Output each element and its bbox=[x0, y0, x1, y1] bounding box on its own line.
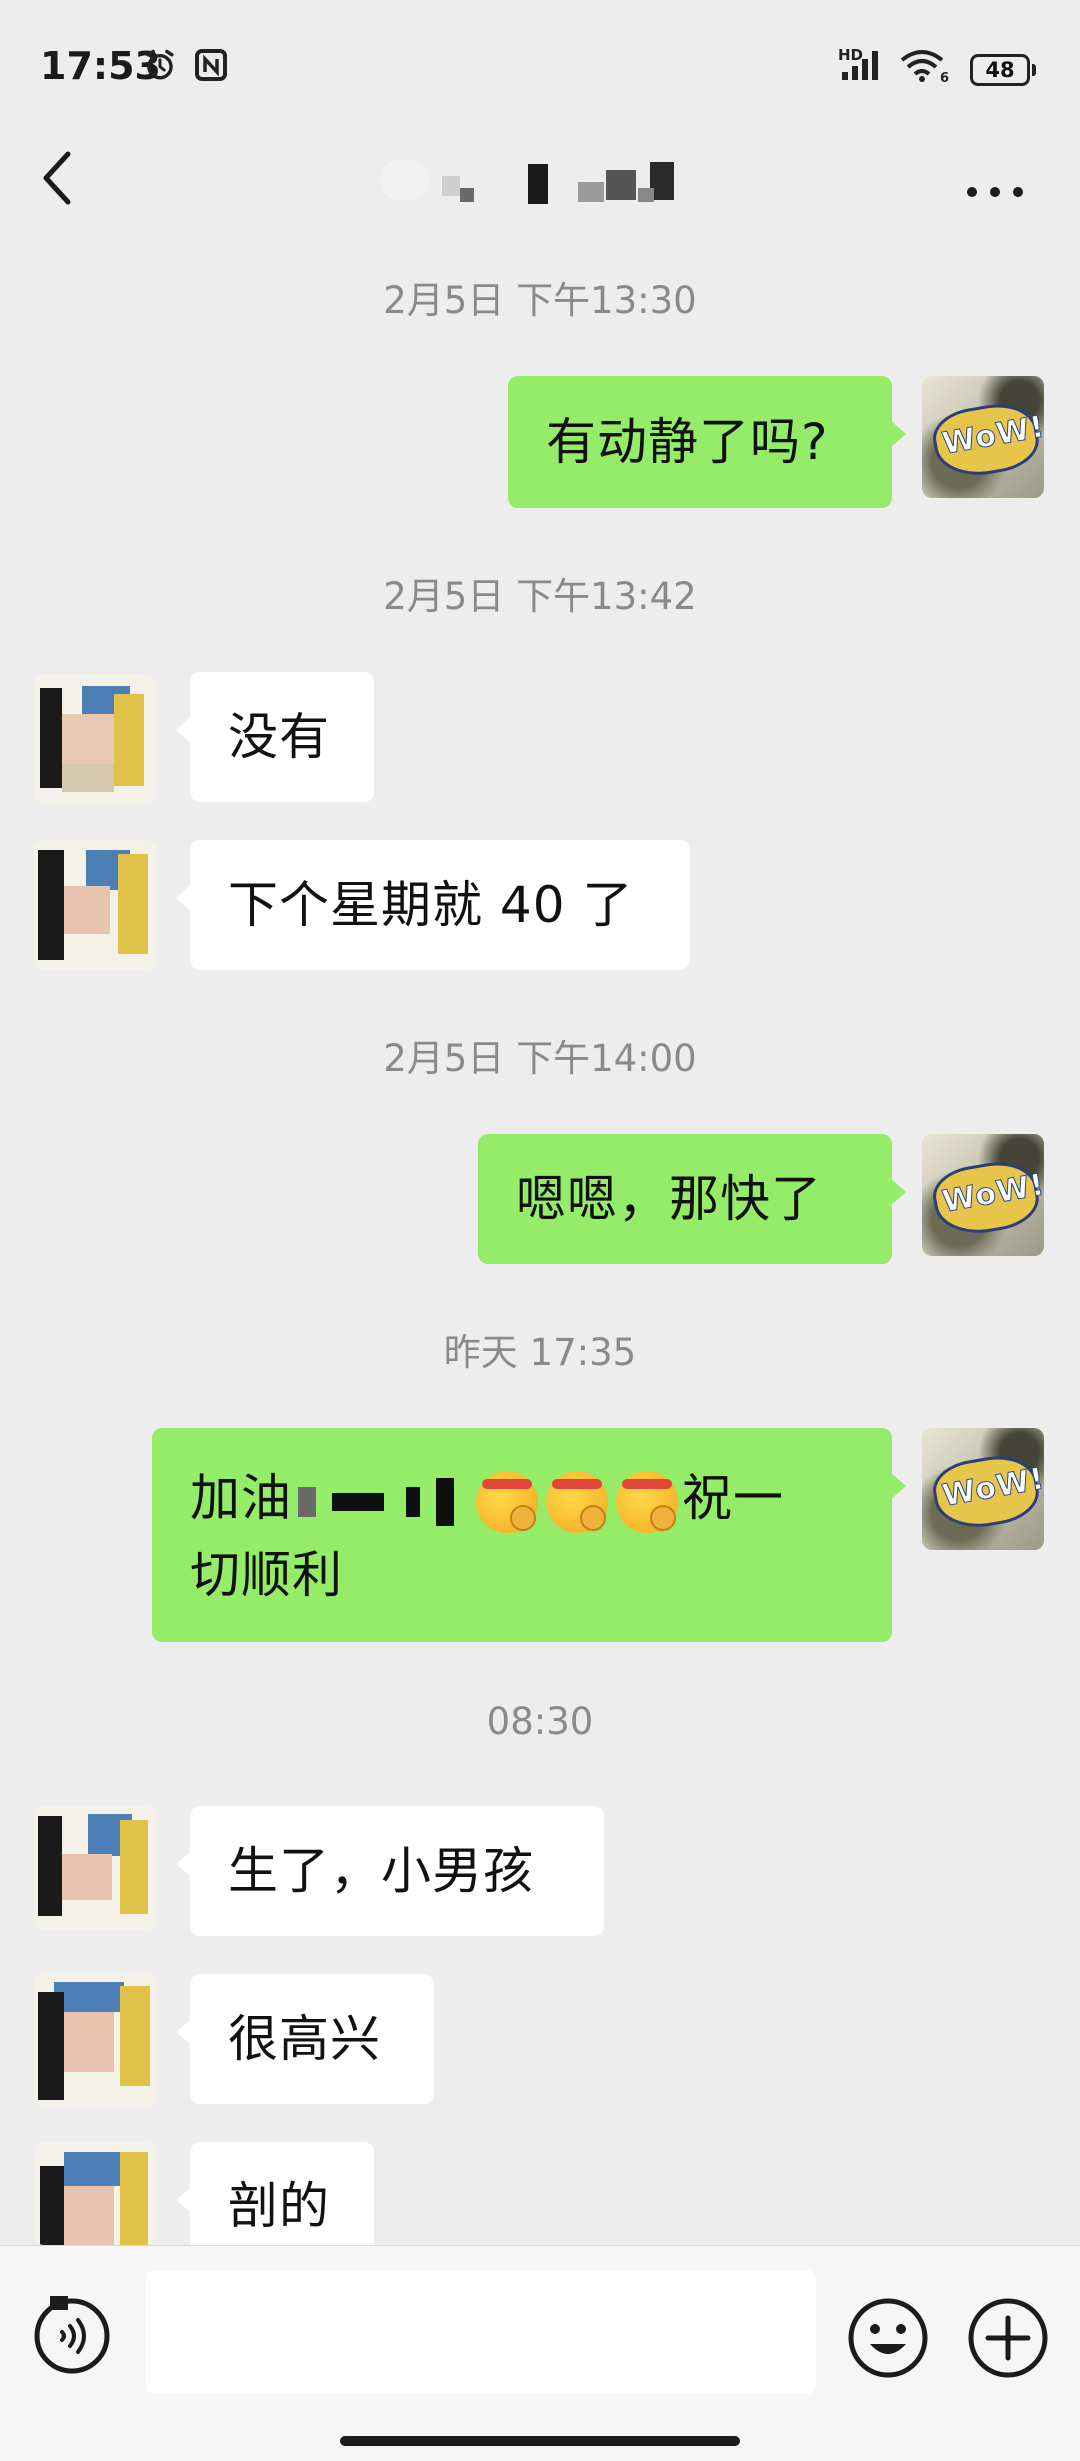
message-line-2: 切顺利 bbox=[190, 1545, 343, 1604]
message-text: 祝一 bbox=[682, 1469, 784, 1527]
svg-text:6: 6 bbox=[940, 71, 949, 82]
message-text: 有动静了吗? bbox=[546, 413, 829, 471]
timestamp: 2月5日 下午14:00 bbox=[383, 1037, 697, 1080]
voice-icon[interactable] bbox=[32, 2296, 112, 2376]
message-text: 很高兴 bbox=[228, 2010, 381, 2068]
chat-title bbox=[380, 152, 700, 210]
message-bubble-sent[interactable]: 有动静了吗? bbox=[508, 376, 906, 508]
timestamp: 2月5日 下午13:42 bbox=[383, 575, 697, 618]
avatar-self[interactable]: WoW! bbox=[922, 1134, 1044, 1256]
determined-face-emoji bbox=[476, 1470, 538, 1533]
timestamp: 08:30 bbox=[486, 1700, 594, 1743]
avatar-self[interactable]: WoW! bbox=[922, 376, 1044, 498]
emoji-icon[interactable] bbox=[846, 2296, 930, 2380]
nfc-icon bbox=[195, 49, 227, 81]
avatar-contact[interactable] bbox=[34, 2142, 156, 2245]
message-text: 剖的 bbox=[228, 2177, 330, 2235]
determined-face-emoji bbox=[546, 1470, 608, 1533]
message-input[interactable] bbox=[146, 2270, 816, 2394]
message-text: 嗯嗯，那快了 bbox=[516, 1170, 822, 1228]
message-bubble-received[interactable]: 生了，小男孩 bbox=[176, 1806, 604, 1936]
battery-indicator: 48 bbox=[970, 54, 1036, 86]
input-bar bbox=[0, 2245, 1080, 2461]
avatar-contact[interactable] bbox=[34, 1806, 156, 1930]
wifi-icon: 6 bbox=[900, 50, 949, 82]
message-text: 加油 bbox=[190, 1469, 292, 1527]
timestamp: 2月5日 下午13:30 bbox=[383, 279, 697, 322]
message-text: 生了，小男孩 bbox=[228, 1842, 534, 1900]
message-line-1: 加油 祝一 bbox=[190, 1464, 854, 1533]
home-indicator bbox=[340, 2436, 740, 2446]
avatar-contact[interactable] bbox=[34, 674, 156, 804]
message-bubble-received[interactable]: 剖的 bbox=[176, 2142, 374, 2245]
timestamp: 昨天 17:35 bbox=[443, 1331, 637, 1374]
avatar-self[interactable]: WoW! bbox=[922, 1428, 1044, 1550]
status-bar: 17:53 HD 6 48 bbox=[0, 0, 1080, 130]
alarm-icon bbox=[146, 49, 174, 80]
message-text: 没有 bbox=[228, 708, 330, 766]
message-text: 下个星期就 40 了 bbox=[228, 876, 634, 934]
message-bubble-sent[interactable]: 加油 祝一 切顺利 bbox=[152, 1428, 906, 1642]
message-bubble-sent[interactable]: 嗯嗯，那快了 bbox=[478, 1134, 906, 1264]
avatar-contact[interactable] bbox=[34, 1972, 156, 2108]
chat-header bbox=[0, 130, 1080, 240]
redacted-name bbox=[292, 1469, 472, 1527]
message-bubble-received[interactable]: 没有 bbox=[176, 672, 374, 802]
avatar-contact[interactable] bbox=[34, 840, 156, 970]
plus-icon[interactable] bbox=[966, 2296, 1050, 2380]
message-bubble-received[interactable]: 下个星期就 40 了 bbox=[176, 840, 690, 970]
signal-icon bbox=[842, 51, 878, 80]
more-dots-icon[interactable] bbox=[960, 150, 1030, 200]
chevron-left-icon[interactable] bbox=[38, 148, 78, 208]
determined-face-emoji bbox=[616, 1470, 678, 1533]
message-bubble-received[interactable]: 很高兴 bbox=[176, 1974, 434, 2104]
